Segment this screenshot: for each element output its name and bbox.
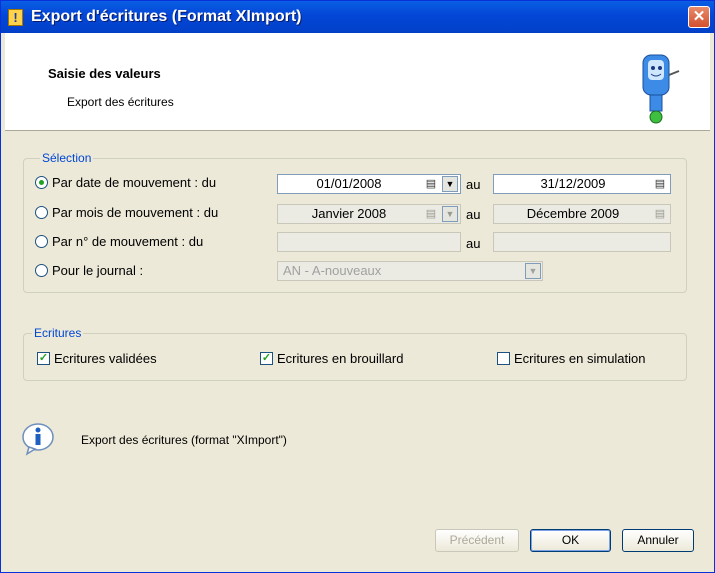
radio-month[interactable] <box>35 206 48 219</box>
radio-date-row[interactable]: Par date de mouvement : du <box>35 175 216 190</box>
info-icon <box>22 423 54 456</box>
number-to-input[interactable] <box>493 232 671 252</box>
radio-date[interactable] <box>35 176 48 189</box>
radio-number[interactable] <box>35 235 48 248</box>
calendar-icon[interactable]: ▤ <box>423 176 439 192</box>
number-from-input[interactable] <box>277 232 461 252</box>
title-bar[interactable]: ! Export d'écritures (Format XImport) ✕ <box>1 1 714 33</box>
export-dialog: ! Export d'écritures (Format XImport) ✕ … <box>0 0 715 573</box>
month-au-label: au <box>466 207 481 222</box>
radio-journal[interactable] <box>35 264 48 277</box>
calendar-icon[interactable]: ▤ <box>652 206 668 222</box>
checkbox-simulation-label: Ecritures en simulation <box>514 351 646 366</box>
ecritures-group-label: Ecritures <box>32 326 84 340</box>
date-au-label: au <box>466 177 481 192</box>
checkbox-simulation-row[interactable]: Ecritures en simulation <box>497 351 646 366</box>
journal-select-value: AN - A-nouveaux <box>283 263 382 278</box>
month-to-value: Décembre 2009 <box>526 206 620 221</box>
calendar-icon[interactable]: ▤ <box>423 206 439 222</box>
app-icon: ! <box>8 9 23 26</box>
month-to-input[interactable]: Décembre 2009 ▤ <box>493 204 671 224</box>
header-panel: Saisie des valeurs Export des écritures <box>5 33 710 131</box>
close-button[interactable]: ✕ <box>688 6 710 28</box>
chevron-down-icon[interactable]: ▼ <box>442 206 458 222</box>
date-to-value: 31/12/2009 <box>540 176 606 191</box>
ok-button[interactable]: OK <box>530 529 611 552</box>
radio-month-label: Par mois de mouvement : du <box>52 205 219 220</box>
calendar-icon[interactable]: ▤ <box>652 176 668 192</box>
header-title: Saisie des valeurs <box>48 66 161 81</box>
radio-journal-label: Pour le journal : <box>52 263 144 278</box>
checkbox-validees-row[interactable]: ✓ Ecritures validées <box>37 351 157 366</box>
checkbox-brouillard-row[interactable]: ✓ Ecritures en brouillard <box>260 351 403 366</box>
chevron-down-icon[interactable]: ▼ <box>525 263 541 279</box>
checkbox-validees-label: Ecritures validées <box>54 351 157 366</box>
chevron-down-icon[interactable]: ▼ <box>442 176 458 192</box>
checkbox-validees[interactable]: ✓ <box>37 352 50 365</box>
mascot-icon <box>642 54 680 124</box>
selection-group-label: Sélection <box>40 151 94 165</box>
number-au-label: au <box>466 236 481 251</box>
journal-select[interactable]: AN - A-nouveaux ▼ <box>277 261 543 281</box>
checkbox-brouillard-label: Ecritures en brouillard <box>277 351 404 366</box>
radio-number-label: Par n° de mouvement : du <box>52 234 204 249</box>
radio-number-row[interactable]: Par n° de mouvement : du <box>35 234 203 249</box>
header-subtitle: Export des écritures <box>67 95 174 109</box>
date-from-input[interactable]: 01/01/2008 ▤ ▼ <box>277 174 461 194</box>
window-title: Export d'écritures (Format XImport) <box>31 8 302 25</box>
radio-journal-row[interactable]: Pour le journal : <box>35 263 143 278</box>
radio-month-row[interactable]: Par mois de mouvement : du <box>35 205 218 220</box>
cancel-button[interactable]: Annuler <box>622 529 694 552</box>
date-to-input[interactable]: 31/12/2009 ▤ <box>493 174 671 194</box>
checkbox-simulation[interactable] <box>497 352 510 365</box>
previous-button[interactable]: Précédent <box>435 529 519 552</box>
info-message: Export des écritures (format "XImport") <box>81 433 287 447</box>
checkbox-brouillard[interactable]: ✓ <box>260 352 273 365</box>
month-from-input[interactable]: Janvier 2008 ▤ ▼ <box>277 204 461 224</box>
radio-date-label: Par date de mouvement : du <box>52 175 217 190</box>
